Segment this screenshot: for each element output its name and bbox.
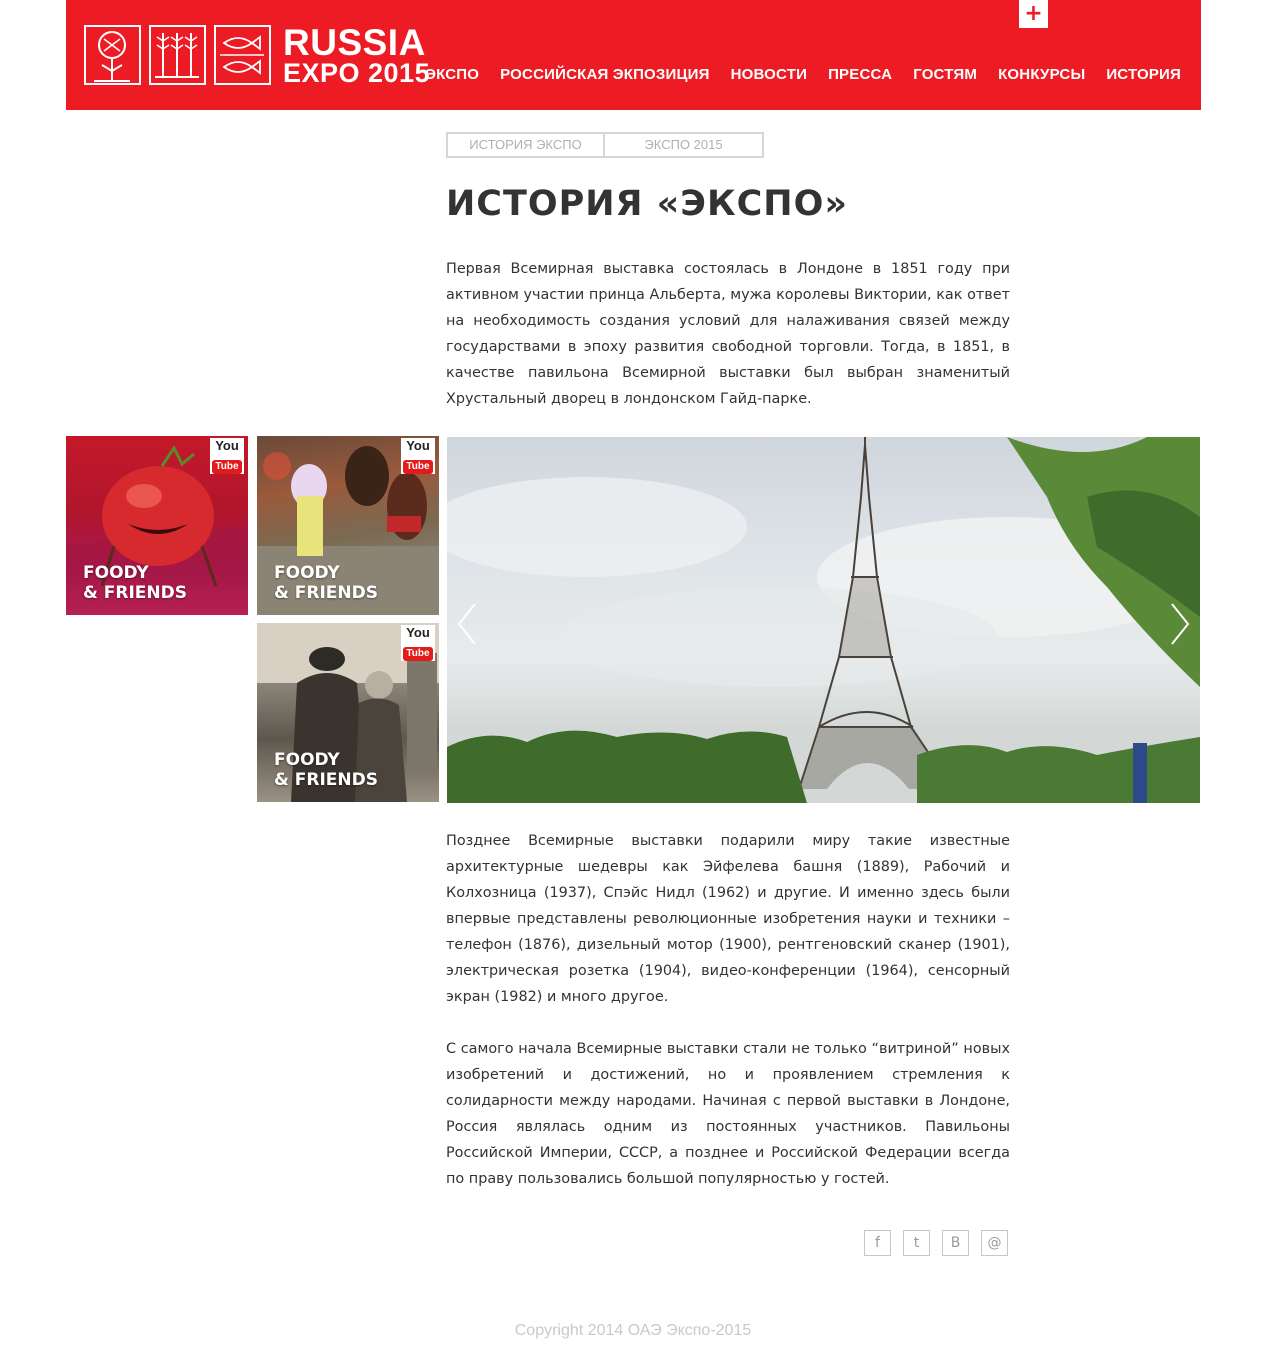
nav-item-expo[interactable]: ЭКСПО xyxy=(425,66,479,83)
slider-next-arrow-icon[interactable] xyxy=(1168,602,1192,646)
nav-item-history[interactable]: ИСТОРИЯ xyxy=(1106,66,1181,83)
logo-line-1: RUSSIA xyxy=(283,21,426,63)
youtube-you-label: You xyxy=(215,438,239,453)
copyright-text: Copyright 2014 ОАЭ Экспо-2015 xyxy=(514,1322,752,1339)
video-thumbnail-2[interactable]: You Tube FOODY & FRIENDS xyxy=(257,436,439,615)
youtube-you-label: You xyxy=(406,438,430,453)
expand-plus-button[interactable]: + xyxy=(1019,0,1048,28)
youtube-badge-icon: You Tube xyxy=(210,438,244,474)
nav-item-contests[interactable]: КОНКУРСЫ xyxy=(998,66,1085,83)
video-caption: FOODY & FRIENDS xyxy=(83,563,187,603)
nav-item-press[interactable]: ПРЕССА xyxy=(828,66,892,83)
nav-item-russian-exposition[interactable]: РОССИЙСКАЯ ЭКПОЗИЦИЯ xyxy=(500,66,709,83)
video-caption-line1: FOODY xyxy=(274,563,340,583)
youtube-you-label: You xyxy=(406,625,430,640)
video-caption-line1: FOODY xyxy=(274,750,340,770)
nav-item-news[interactable]: НОВОСТИ xyxy=(731,66,807,83)
youtube-tube-label: Tube xyxy=(212,460,242,474)
logo-fish-ornament-icon xyxy=(214,25,271,85)
site-header: RUSSIA EXPO 2015 + ЭКСПО РОССИЙСКАЯ ЭКПО… xyxy=(66,0,1201,110)
eiffel-tower-photo xyxy=(447,437,1200,803)
paragraph-intro: Первая Всемирная выставка состоялась в Л… xyxy=(446,261,1010,407)
youtube-badge-icon: You Tube xyxy=(401,438,435,474)
youtube-tube-label: Tube xyxy=(403,460,433,474)
nav-item-guests[interactable]: ГОСТЯМ xyxy=(913,66,977,83)
tab-expo-history[interactable]: ИСТОРИЯ ЭКСПО xyxy=(446,132,605,158)
video-thumbnail-3[interactable]: You Tube FOODY & FRIENDS xyxy=(257,623,439,802)
video-caption-line2: & FRIENDS xyxy=(83,583,187,603)
facebook-icon[interactable]: f xyxy=(864,1230,891,1256)
video-caption-line2: & FRIENDS xyxy=(274,583,378,603)
main-nav: ЭКСПО РОССИЙСКАЯ ЭКПОЗИЦИЯ НОВОСТИ ПРЕСС… xyxy=(404,66,1181,83)
image-slider[interactable] xyxy=(447,437,1200,803)
youtube-tube-label: Tube xyxy=(403,647,433,661)
tab-expo-2015[interactable]: ЭКСПО 2015 xyxy=(605,132,764,158)
paragraph-solidarity: С самого начала Всемирные выставки стали… xyxy=(446,1041,1010,1187)
section-tabs: ИСТОРИЯ ЭКСПО ЭКСПО 2015 xyxy=(446,132,764,158)
video-caption: FOODY & FRIENDS xyxy=(274,563,378,603)
page-title: ИСТОРИЯ «ЭКСПО» xyxy=(446,184,848,224)
video-caption-line2: & FRIENDS xyxy=(274,770,378,790)
youtube-badge-icon: You Tube xyxy=(401,625,435,661)
russia-expo-logo[interactable]: RUSSIA EXPO 2015 xyxy=(84,24,430,86)
logo-wheat-ornament-icon xyxy=(149,25,206,85)
video-thumbnail-1[interactable]: You Tube FOODY & FRIENDS xyxy=(66,436,248,615)
logo-tree-ornament-icon xyxy=(84,25,141,85)
video-caption: FOODY & FRIENDS xyxy=(274,750,378,790)
twitter-icon[interactable]: t xyxy=(903,1230,930,1256)
vk-icon[interactable]: B xyxy=(942,1230,969,1256)
paragraph-architecture: Позднее Всемирные выставки подарили миру… xyxy=(446,833,1010,1005)
mail-icon[interactable]: @ xyxy=(981,1230,1008,1256)
share-buttons: f t B @ xyxy=(864,1230,1008,1256)
video-caption-line1: FOODY xyxy=(83,563,149,583)
slider-prev-arrow-icon[interactable] xyxy=(455,602,479,646)
